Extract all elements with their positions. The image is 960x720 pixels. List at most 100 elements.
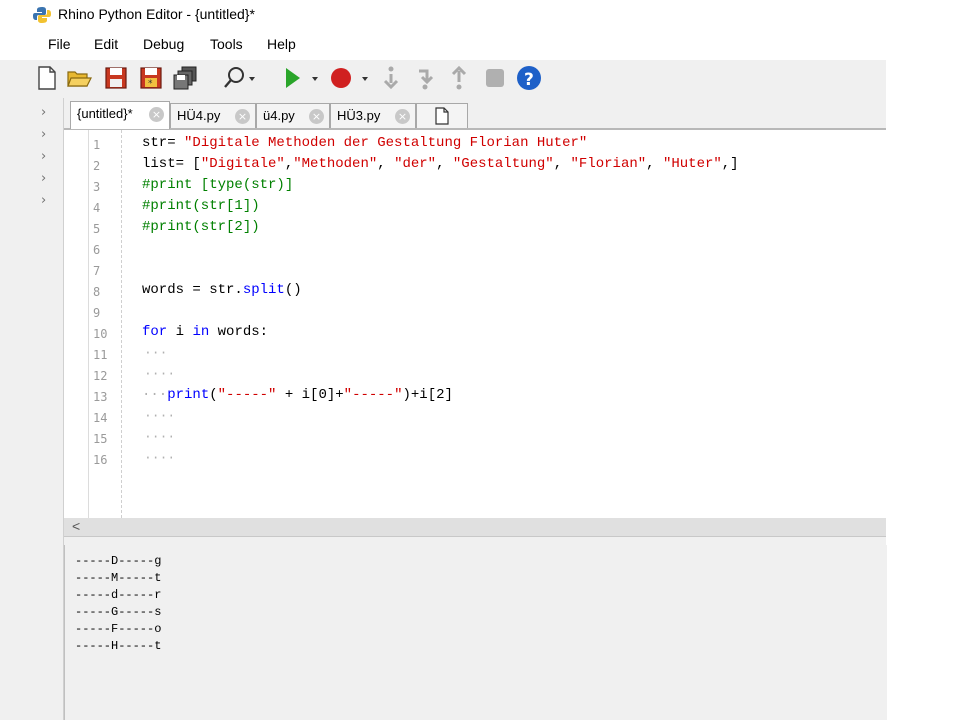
- chevron-right-icon[interactable]: ›: [41, 127, 46, 142]
- chevron-right-icon[interactable]: ›: [41, 193, 46, 208]
- string-literal: "Gestaltung": [452, 156, 554, 172]
- new-document-icon: [435, 107, 449, 125]
- line-number: 16: [93, 453, 108, 467]
- close-icon[interactable]: ×: [395, 109, 410, 124]
- step-into-icon[interactable]: [378, 65, 404, 91]
- line-number: 7: [93, 264, 101, 278]
- code-token: (): [284, 282, 302, 298]
- code-line-1: str= "Digitale Methoden der Gestaltung F…: [142, 135, 587, 151]
- tab-hu3[interactable]: HÜ3.py ×: [330, 103, 416, 128]
- string-literal: "der": [394, 156, 437, 172]
- save-as-icon[interactable]: *: [138, 65, 164, 91]
- tab-u4[interactable]: ü4.py ×: [256, 103, 330, 128]
- output-line: -----H-----t: [75, 639, 162, 653]
- output-line: -----F-----o: [75, 622, 162, 636]
- tab-untitled[interactable]: {untitled}* ×: [70, 101, 170, 129]
- help-icon[interactable]: ?: [516, 65, 542, 91]
- save-all-icon[interactable]: [172, 65, 198, 91]
- code-token: )+i[2]: [402, 387, 453, 403]
- svg-text:?: ?: [524, 70, 534, 90]
- outline-gutter: › › › › ›: [31, 98, 64, 720]
- tab-hu4[interactable]: HÜ4.py ×: [170, 103, 256, 128]
- code-token: (: [209, 387, 218, 403]
- string-literal: "Methoden": [293, 156, 378, 172]
- tab-strip: {untitled}* × HÜ4.py × ü4.py × HÜ3.py ×: [64, 98, 886, 130]
- line-number: 2: [93, 159, 101, 173]
- keyword: in: [192, 324, 210, 340]
- code-token: ,: [646, 156, 663, 172]
- output-line: -----D-----g: [75, 554, 162, 568]
- code-token: ,]: [721, 156, 739, 172]
- output-line: -----M-----t: [75, 571, 162, 585]
- line-number: 13: [93, 390, 108, 404]
- keyword: print: [167, 387, 210, 403]
- open-folder-icon[interactable]: [66, 65, 92, 91]
- line-number: 3: [93, 180, 101, 194]
- code-token: ,: [436, 156, 453, 172]
- chevron-right-icon[interactable]: ›: [41, 149, 46, 164]
- line-number: 4: [93, 201, 101, 215]
- code-token: words:: [209, 324, 269, 340]
- run-icon[interactable]: [280, 65, 320, 91]
- close-icon[interactable]: ×: [309, 109, 324, 124]
- string-literal: "-----": [343, 387, 403, 403]
- menu-tools[interactable]: Tools: [210, 36, 243, 52]
- new-tab-button[interactable]: [416, 103, 468, 128]
- string-literal: "-----": [217, 387, 277, 403]
- code-line-5: #print(str[2]): [142, 219, 260, 235]
- line-number-gutter: 1 2 3 4 5 6 7 8 9 10 11 12 13 14 15 16: [88, 130, 122, 518]
- find-icon[interactable]: [222, 65, 258, 91]
- line-number: 15: [93, 432, 108, 446]
- scroll-left-icon[interactable]: <: [72, 518, 80, 534]
- menu-edit[interactable]: Edit: [94, 36, 118, 52]
- code-line-8: words = str.split(): [142, 282, 302, 298]
- new-file-icon[interactable]: [34, 65, 60, 91]
- code-token: ,: [553, 156, 571, 172]
- code-token: str=: [142, 135, 185, 151]
- method-name: split: [242, 282, 285, 298]
- chevron-right-icon[interactable]: ›: [41, 105, 46, 120]
- horizontal-scrollbar[interactable]: <: [64, 518, 886, 536]
- menu-file[interactable]: File: [48, 36, 71, 52]
- menu-debug[interactable]: Debug: [143, 36, 184, 52]
- tab-label: ü4.py: [263, 108, 295, 123]
- breakpoint-icon[interactable]: [328, 65, 372, 91]
- output-line: -----d-----r: [75, 588, 162, 602]
- line-number: 5: [93, 222, 101, 236]
- indent-guide: ····: [144, 366, 176, 381]
- indent-guide: ····: [144, 450, 176, 465]
- stop-icon[interactable]: [482, 65, 508, 91]
- line-number: 12: [93, 369, 108, 383]
- indent-guide: ····: [144, 429, 176, 444]
- chevron-right-icon[interactable]: ›: [41, 171, 46, 186]
- code-line-10: for i in words:: [142, 324, 268, 340]
- code-line-3: #print [type(str)]: [142, 177, 294, 193]
- line-number: 11: [93, 348, 108, 362]
- code-token: ,: [377, 156, 395, 172]
- line-number: 8: [93, 285, 101, 299]
- menu-bar: File Edit Debug Tools Help: [0, 30, 886, 60]
- code-line-13: ···print("-----" + i[0]+"-----")+i[2]: [142, 387, 453, 403]
- save-icon[interactable]: [103, 65, 129, 91]
- string-literal: "Florian": [570, 156, 647, 172]
- tab-label: {untitled}*: [77, 106, 133, 121]
- string-literal: "Digitale Methoden der Gestaltung Floria…: [184, 135, 588, 151]
- line-number: 14: [93, 411, 108, 425]
- python-logo-icon: [33, 7, 51, 23]
- close-icon[interactable]: ×: [149, 107, 164, 122]
- step-out-icon[interactable]: [446, 65, 472, 91]
- code-line-2: list= ["Digitale","Methoden", "der", "Ge…: [142, 156, 739, 172]
- line-number: 10: [93, 327, 108, 341]
- close-icon[interactable]: ×: [235, 109, 250, 124]
- step-over-icon[interactable]: [412, 65, 438, 91]
- indent-guide: ····: [144, 408, 176, 423]
- code-line-4: #print(str[1]): [142, 198, 260, 214]
- menu-help[interactable]: Help: [267, 36, 296, 52]
- tab-label: HÜ3.py: [337, 108, 381, 123]
- code-editor[interactable]: 1 2 3 4 5 6 7 8 9 10 11 12 13 14 15 16 s…: [64, 130, 886, 518]
- indent-guide: ···: [144, 345, 168, 360]
- tab-label: HÜ4.py: [177, 108, 221, 123]
- code-token: words = str.: [142, 282, 243, 298]
- line-number: 6: [93, 243, 101, 257]
- keyword: for: [142, 324, 168, 340]
